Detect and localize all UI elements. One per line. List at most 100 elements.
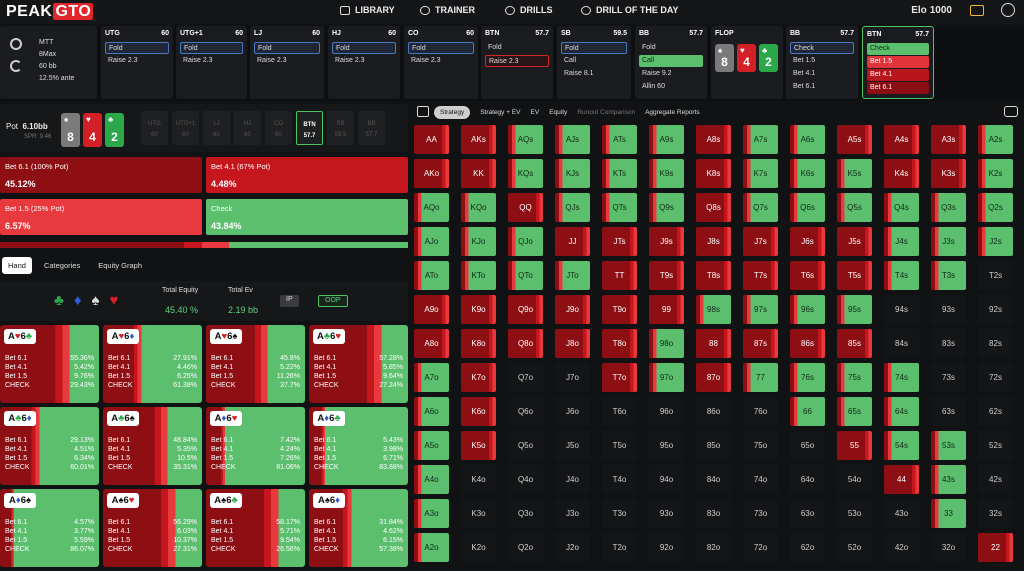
range-cell[interactable]: KQo	[461, 193, 496, 222]
nav-trainer[interactable]: TRAINER	[420, 5, 475, 15]
range-cell[interactable]: 86o	[696, 397, 731, 426]
range-cell[interactable]: 88	[696, 329, 731, 358]
nav-library[interactable]: LIBRARY	[340, 5, 395, 15]
suit-filter-icon[interactable]: ♣	[54, 292, 64, 309]
seat-action-option[interactable]: Fold	[408, 42, 474, 54]
range-cell[interactable]: K6s	[790, 159, 825, 188]
position-button-sb[interactable]: SB 59.5	[327, 111, 354, 145]
seat-action-option[interactable]: Fold	[485, 42, 549, 54]
seat-action-option[interactable]: Fold	[639, 42, 703, 54]
range-cell[interactable]: 99	[649, 295, 684, 324]
range-cell[interactable]: TT	[602, 261, 637, 290]
settings-icon[interactable]	[1004, 106, 1018, 117]
range-cell[interactable]: K3s	[931, 159, 966, 188]
seat-action-option[interactable]: Raise 9.2	[639, 68, 703, 80]
grid-tab-strategy[interactable]: Strategy	[434, 105, 471, 119]
range-cell[interactable]: Q6o	[508, 397, 543, 426]
seat-action-option[interactable]: Fold	[254, 42, 320, 54]
range-cell[interactable]: AKo	[414, 159, 449, 188]
range-cell[interactable]: T7s	[743, 261, 778, 290]
range-cell[interactable]: K4s	[884, 159, 919, 188]
hand-combo-card[interactable]: A ♠ 6 ♦ Bet 6.1 31.84% Bet 4.1 4.62% Bet 1.5 6.15…	[309, 489, 408, 567]
nav-drills[interactable]: DRILLS	[505, 5, 553, 15]
seat-action-option[interactable]: Check	[867, 43, 929, 55]
range-cell[interactable]: 54s	[884, 431, 919, 460]
range-cell[interactable]: A2o	[414, 533, 449, 562]
range-cell[interactable]: J2o	[555, 533, 590, 562]
range-cell[interactable]: 65s	[837, 397, 872, 426]
range-cell[interactable]: A8s	[696, 125, 731, 154]
hand-combo-card[interactable]: A ♠ 6 ♣ Bet 6.1 58.17% Bet 4.1 5.71% Bet 1.5 9.54…	[206, 489, 305, 567]
range-cell[interactable]: 93o	[649, 499, 684, 528]
range-cell[interactable]: 44	[884, 465, 919, 494]
range-cell[interactable]: AKs	[461, 125, 496, 154]
range-cell[interactable]: J2s	[978, 227, 1013, 256]
range-cell[interactable]: K2o	[461, 533, 496, 562]
grid-tab-aggregate-reports[interactable]: Aggregate Reports	[645, 109, 700, 116]
range-cell[interactable]: J4s	[884, 227, 919, 256]
range-cell[interactable]: A4s	[884, 125, 919, 154]
range-cell[interactable]: AJo	[414, 227, 449, 256]
hand-combo-card[interactable]: A ♠ 6 ♥ Bet 6.1 56.29% Bet 4.1 6.03% Bet 1.5 10.3…	[103, 489, 202, 567]
range-cell[interactable]: 64o	[790, 465, 825, 494]
hand-combo-card[interactable]: A ♥ 6 ♦ Bet 6.1 27.91% Bet 4.1 4.46% Bet 1.5 6.25…	[103, 325, 202, 403]
seat-card-bb[interactable]: BB 57.7 Check Bet 1.5 Bet 4.1 Bet 6.1	[786, 26, 858, 99]
range-cell[interactable]: QJs	[555, 193, 590, 222]
range-cell[interactable]: 65o	[790, 431, 825, 460]
range-cell[interactable]: 97s	[743, 295, 778, 324]
seat-card-btn[interactable]: BTN 57.7 Check Bet 1.5 Bet 4.1 Bet 6.1	[862, 26, 934, 99]
range-cell[interactable]: Q2s	[978, 193, 1013, 222]
range-cell[interactable]: 52o	[837, 533, 872, 562]
strategy-action-box[interactable]: Check 43.84%	[206, 199, 408, 235]
seat-action-option[interactable]: Bet 1.5	[867, 56, 929, 68]
logo[interactable]: PEAK GTO	[6, 3, 94, 21]
seat-card-utg+1[interactable]: UTG+1 60 Fold Raise 2.3	[176, 26, 247, 99]
range-cell[interactable]: QTo	[508, 261, 543, 290]
seat-action-option[interactable]: Fold	[105, 42, 169, 54]
range-cell[interactable]: J9o	[555, 295, 590, 324]
suit-filter-icon[interactable]: ♦	[74, 292, 82, 309]
seat-card-utg[interactable]: UTG 60 Fold Raise 2.3	[101, 26, 173, 99]
range-cell[interactable]: 85o	[696, 431, 731, 460]
range-cell[interactable]: A5o	[414, 431, 449, 460]
seat-action-option[interactable]: Bet 6.1	[867, 82, 929, 94]
range-cell[interactable]: AA	[414, 125, 449, 154]
range-cell[interactable]: 93s	[931, 295, 966, 324]
range-cell[interactable]: J6o	[555, 397, 590, 426]
range-cell[interactable]: J3o	[555, 499, 590, 528]
range-cell[interactable]: 87s	[743, 329, 778, 358]
range-cell[interactable]: K4o	[461, 465, 496, 494]
range-cell[interactable]: KJo	[461, 227, 496, 256]
range-cell[interactable]: J8o	[555, 329, 590, 358]
range-cell[interactable]: ATo	[414, 261, 449, 290]
range-cell[interactable]: 87o	[696, 363, 731, 392]
range-cell[interactable]: 64s	[884, 397, 919, 426]
range-cell[interactable]: 53o	[837, 499, 872, 528]
range-cell[interactable]: 92o	[649, 533, 684, 562]
grid-tab-strategy-ev[interactable]: Strategy + EV	[480, 109, 520, 116]
range-cell[interactable]: 76o	[743, 397, 778, 426]
seat-action-option[interactable]: Raise 8.1	[561, 68, 627, 80]
range-cell[interactable]: 86s	[790, 329, 825, 358]
range-cell[interactable]: T4o	[602, 465, 637, 494]
range-cell[interactable]: 43o	[884, 499, 919, 528]
hand-combo-card[interactable]: A ♦ 6 ♠ Bet 6.1 4.57% Bet 4.1 3.77% Bet 1.5 5.59%…	[0, 489, 99, 567]
range-cell[interactable]: 66	[790, 397, 825, 426]
range-cell[interactable]: K3o	[461, 499, 496, 528]
suit-filter-icon[interactable]: ♠	[92, 292, 100, 309]
hand-combo-card[interactable]: A ♦ 6 ♥ Bet 6.1 7.42% Bet 4.1 4.24% Bet 1.5 7.26%…	[206, 407, 305, 485]
chat-icon[interactable]	[970, 5, 984, 16]
range-cell[interactable]: K8s	[696, 159, 731, 188]
range-cell[interactable]: 52s	[978, 431, 1013, 460]
seat-card-lj[interactable]: LJ 60 Fold Raise 2.3	[250, 26, 324, 99]
range-cell[interactable]: J8s	[696, 227, 731, 256]
range-cell[interactable]: 63o	[790, 499, 825, 528]
range-cell[interactable]: T6o	[602, 397, 637, 426]
range-cell[interactable]: JTs	[602, 227, 637, 256]
range-cell[interactable]: Q5o	[508, 431, 543, 460]
range-cell[interactable]: 74o	[743, 465, 778, 494]
range-cell[interactable]: 96s	[790, 295, 825, 324]
range-cell[interactable]: 75s	[837, 363, 872, 392]
range-cell[interactable]: 83o	[696, 499, 731, 528]
strategy-action-box[interactable]: Bet 6.1 (100% Pot) 45.12%	[0, 157, 202, 193]
